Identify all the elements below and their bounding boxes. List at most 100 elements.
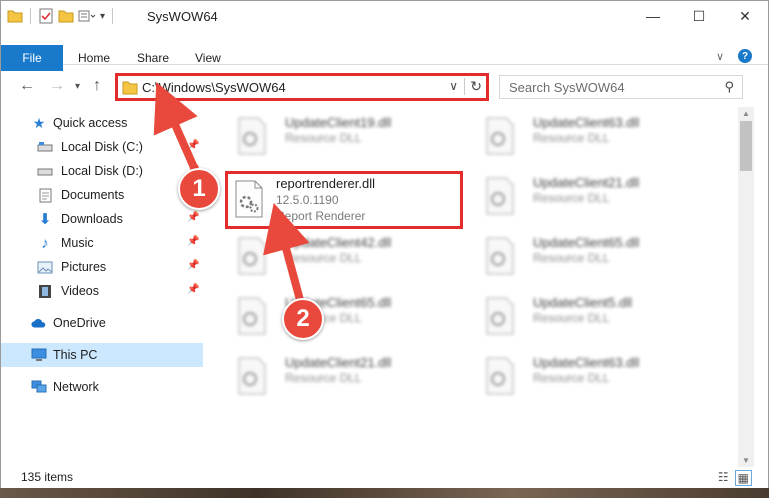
forward-arrow-icon[interactable]: → [49,77,65,95]
file-type: Resource DLL [533,191,610,205]
window-controls: — ☐ ✕ [630,1,768,31]
window-title: SysWOW64 [147,9,218,24]
address-bar[interactable]: C:\Windows\SysWOW64 ∨ ↻ [115,73,489,101]
vertical-scrollbar[interactable]: ▲ ▼ [738,107,754,467]
details-view-icon[interactable]: ☷ [718,470,729,486]
view-switcher: ☷ ▦ [718,470,752,486]
sidebar-item-this-pc[interactable]: This PC [1,343,203,367]
pin-icon[interactable]: 📌 [187,284,199,295]
file-item[interactable]: UpdateClient19.dll Resource DLL [223,111,463,167]
file-name: UpdateClient19.dll [285,115,392,130]
pin-icon[interactable]: 📌 [187,140,199,151]
sidebar-item-label: Network [53,380,99,394]
maximize-button[interactable]: ☐ [676,1,722,31]
sidebar-item-label: Quick access [53,116,128,130]
file-type: Resource DLL [285,251,362,265]
ribbon-right-controls: ∨ ? [716,49,752,63]
tab-home[interactable]: Home [78,51,110,65]
item-count: 135 items [21,470,74,484]
scroll-up-icon[interactable]: ▲ [742,109,750,118]
sidebar-item-documents[interactable]: Documents 📌 [1,183,203,207]
drive-icon [37,163,53,179]
dll-file-icon [238,117,266,155]
file-type: Resource DLL [533,371,610,385]
file-item[interactable]: UpdateClient63.dll Resource DLL [471,111,711,167]
file-item-reportrenderer[interactable]: reportrenderer.dll 12.5.0.1190 Report Re… [225,171,463,229]
sidebar-item-downloads[interactable]: ⬇ Downloads 📌 [1,207,203,231]
up-arrow-icon[interactable]: ↑ [93,77,101,95]
dll-file-icon [486,177,514,215]
tab-view[interactable]: View [195,51,221,65]
pin-icon[interactable]: 📌 [187,260,199,271]
toolbar-dropdown-icon[interactable]: ▾ [100,11,105,22]
tab-share[interactable]: Share [137,51,169,65]
toolbar-divider [112,8,114,24]
large-icons-view-icon[interactable]: ▦ [734,470,752,486]
sidebar-item-label: Documents [61,188,125,202]
refresh-icon[interactable]: ↻ [464,78,482,95]
sidebar-item-music[interactable]: ♪ Music 📌 [1,231,203,255]
dll-file-icon [486,117,514,155]
sidebar-item-local-disk-c[interactable]: Local Disk (C:) 📌 [1,135,203,159]
properties-icon[interactable] [38,8,54,24]
download-arrow-icon: ⬇ [38,211,52,228]
file-type: Resource DLL [285,371,362,385]
desktop-background [0,488,769,498]
file-name: UpdateClient21.dll [285,355,392,370]
file-item[interactable]: UpdateClient65.dll Resource DLL [471,231,711,287]
tab-file[interactable]: File [1,45,63,71]
dll-file-icon [238,297,266,335]
pin-icon[interactable]: 📌 [187,236,199,247]
picture-icon [37,259,53,275]
file-item[interactable]: UpdateClient5.dll Resource DLL [471,291,711,347]
file-type: Resource DLL [285,131,362,145]
scroll-down-icon[interactable]: ▼ [742,456,750,465]
step-2-badge: 2 [282,298,324,340]
file-name: UpdateClient5.dll [533,295,633,310]
film-icon [37,283,53,299]
title-bar: ▾ SysWOW64 — ☐ ✕ [1,1,768,31]
file-item[interactable]: UpdateClient42.dll Resource DLL [223,231,463,287]
sidebar-item-label: Music [61,236,94,250]
sidebar-item-label: Local Disk (D:) [61,164,143,178]
dll-file-icon [486,237,514,275]
dll-file-icon [235,180,263,218]
file-item[interactable]: UpdateClient65.dll Resource DLL [223,291,463,347]
back-arrow-icon[interactable]: ← [19,77,35,95]
sidebar-item-pictures[interactable]: Pictures 📌 [1,255,203,279]
dll-file-icon [486,297,514,335]
search-input[interactable]: Search SysWOW64 ⚲ [499,75,743,99]
pin-icon[interactable]: 📌 [187,212,199,223]
minimize-button[interactable]: — [630,1,676,31]
file-item[interactable]: UpdateClient63.dll Resource DLL [471,351,711,407]
file-item[interactable]: UpdateClient21.dll Resource DLL [223,351,463,407]
navigation-pane: ★ Quick access Local Disk (C:) 📌 Local D… [1,109,203,463]
sidebar-item-videos[interactable]: Videos 📌 [1,279,203,303]
file-explorer-window: ▾ SysWOW64 — ☐ ✕ File Home Share View ∨ … [0,0,769,490]
sidebar-item-label: Videos [61,284,99,298]
recent-locations-icon[interactable]: ▾ [75,81,80,92]
scrollbar-thumb[interactable] [740,121,752,171]
toolbar-divider [30,8,31,24]
file-name: reportrenderer.dll [276,176,375,191]
customize-icon[interactable] [78,9,96,23]
dll-file-icon [238,237,266,275]
file-version: 12.5.0.1190 [276,193,339,207]
folder-icon [122,81,138,95]
close-button[interactable]: ✕ [722,1,768,31]
search-placeholder: Search SysWOW64 [509,80,625,95]
drive-icon [37,139,53,155]
file-item[interactable]: UpdateClient21.dll Resource DLL [471,171,711,227]
document-icon [37,187,53,203]
file-type: Resource DLL [533,251,610,265]
music-note-icon: ♪ [41,234,49,252]
sidebar-item-local-disk-d[interactable]: Local Disk (D:) 📌 [1,159,203,183]
new-folder-icon[interactable] [58,9,74,23]
expand-ribbon-icon[interactable]: ∨ [716,50,724,63]
sidebar-item-onedrive[interactable]: OneDrive [1,311,203,335]
sidebar-item-network[interactable]: Network [1,375,203,399]
address-dropdown-icon[interactable]: ∨ [449,79,458,93]
sidebar-item-quick-access[interactable]: ★ Quick access [1,111,203,135]
help-icon[interactable]: ? [738,49,752,63]
quick-access-toolbar: ▾ [7,8,116,24]
